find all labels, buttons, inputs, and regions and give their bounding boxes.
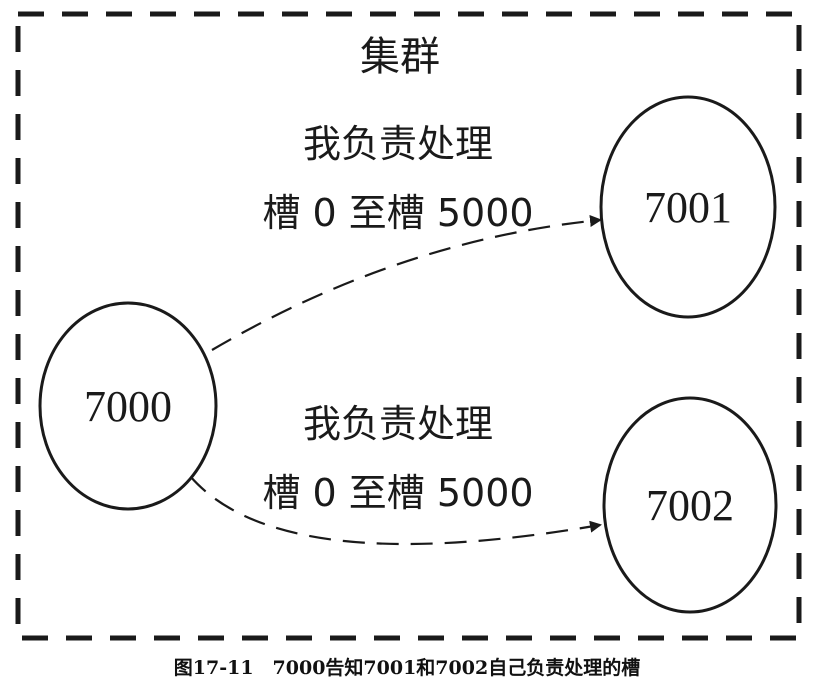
message-label-line1: 我负责处理 [303,122,493,166]
message-arrow-7000-to-7001 [211,215,602,351]
node-label-7001: 7001 [644,183,732,232]
node-label-7002: 7002 [646,481,734,530]
node-label-7000: 7000 [84,382,172,431]
cluster-label: 集群 [360,34,440,80]
cluster-diagram: 集群 我负责处理 槽 0 至槽 5000 我负责处理 槽 0 至槽 5000 7… [15,11,802,641]
message-label-line2: 槽 0 至槽 5000 [262,191,533,235]
message-label-line2: 槽 0 至槽 5000 [262,471,533,515]
message-label-line1: 我负责处理 [303,402,493,446]
figure-caption: 图17-11 7000告知7001和7002自己负责处理的槽 [173,657,641,679]
